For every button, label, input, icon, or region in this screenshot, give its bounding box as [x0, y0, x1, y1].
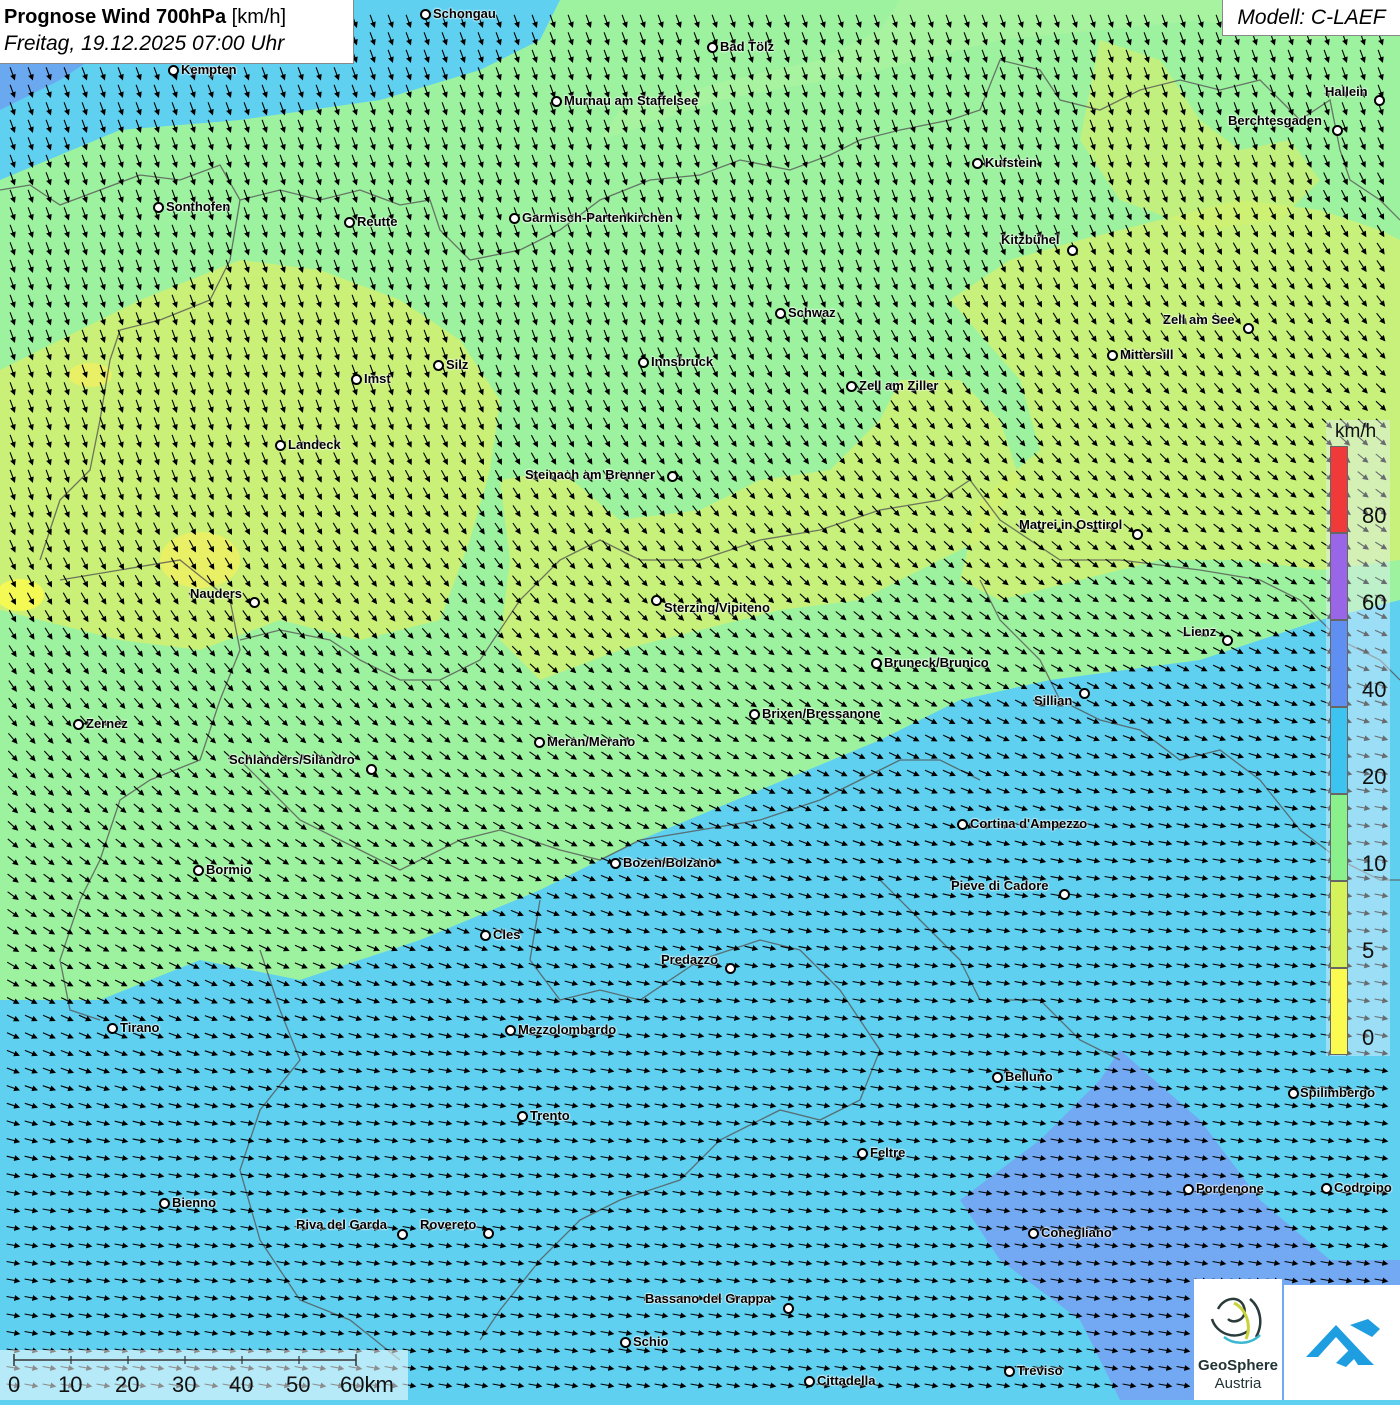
- wind-band-0-5-spot: [68, 363, 112, 387]
